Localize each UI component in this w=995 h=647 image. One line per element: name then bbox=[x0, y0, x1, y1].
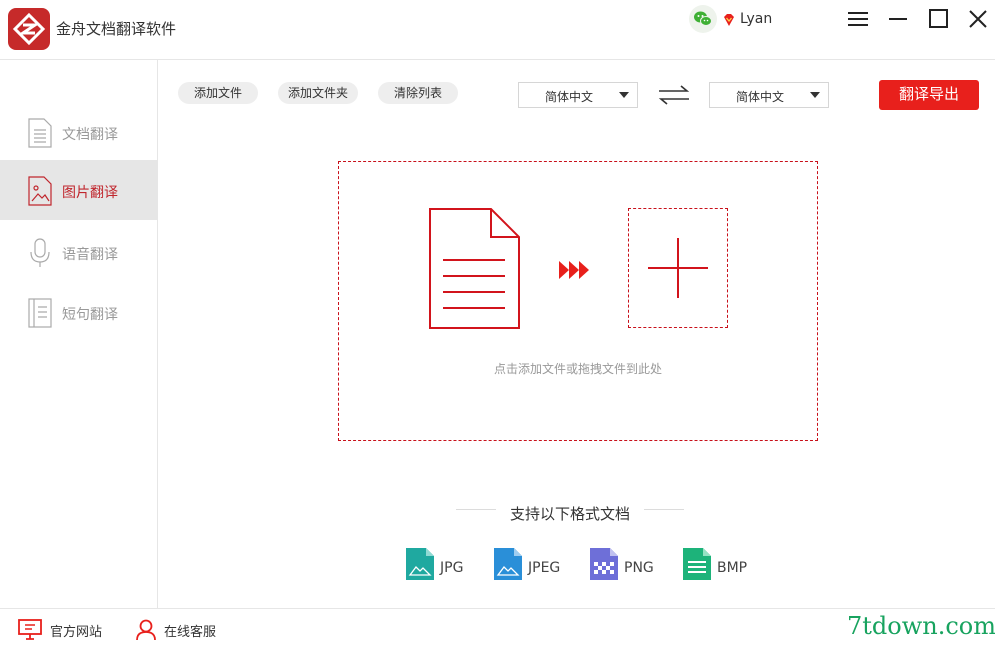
sidebar-item-label: 短句翻译 bbox=[62, 307, 118, 323]
chevron-down-icon bbox=[810, 92, 820, 98]
format-bmp: BMP bbox=[683, 548, 747, 580]
monitor-icon bbox=[18, 619, 42, 640]
sidebar-item-voice-translate[interactable]: 语音翻译 bbox=[0, 222, 157, 282]
format-label: BMP bbox=[717, 560, 748, 576]
minimize-icon[interactable] bbox=[886, 7, 910, 31]
online-service-label: 在线客服 bbox=[164, 624, 217, 640]
note-icon bbox=[26, 298, 54, 328]
sidebar-item-label: 图片翻译 bbox=[62, 185, 118, 201]
format-label: JPEG bbox=[528, 560, 561, 576]
document-icon bbox=[26, 118, 54, 148]
bmp-file-icon bbox=[683, 548, 711, 580]
format-jpeg: JPEG bbox=[494, 548, 560, 580]
format-label: JPG bbox=[440, 560, 464, 576]
png-file-icon bbox=[590, 548, 618, 580]
source-language-select[interactable]: 简体中文 bbox=[518, 82, 638, 108]
sidebar: 文档翻译 图片翻译 语音翻译 短句翻译 bbox=[0, 60, 158, 608]
chevron-down-icon bbox=[619, 92, 629, 98]
app-logo-icon bbox=[8, 8, 50, 50]
target-language-value: 简体中文 bbox=[735, 90, 784, 104]
sidebar-item-sentence-translate[interactable]: 短句翻译 bbox=[0, 282, 157, 342]
menu-icon[interactable] bbox=[846, 7, 870, 31]
sidebar-item-label: 文档翻译 bbox=[62, 127, 118, 143]
official-site-link[interactable]: 官方网站 bbox=[18, 619, 102, 641]
file-drop-zone[interactable]: 点击添加文件或拖拽文件到此处 bbox=[338, 161, 818, 441]
username-label[interactable]: Lyan bbox=[740, 11, 772, 27]
wechat-icon[interactable] bbox=[689, 5, 717, 33]
add-file-icon[interactable] bbox=[628, 208, 728, 328]
sidebar-item-image-translate[interactable]: 图片翻译 bbox=[0, 160, 157, 220]
document-icon bbox=[429, 208, 521, 330]
maximize-icon[interactable] bbox=[926, 7, 950, 31]
add-file-button[interactable]: 添加文件 bbox=[178, 82, 258, 104]
format-png: PNG bbox=[590, 548, 654, 580]
close-icon[interactable] bbox=[966, 7, 990, 31]
target-language-select[interactable]: 简体中文 bbox=[709, 82, 829, 108]
sidebar-item-document-translate[interactable]: 文档翻译 bbox=[0, 102, 157, 162]
translate-export-button[interactable]: 翻译导出 bbox=[879, 80, 979, 110]
official-site-label: 官方网站 bbox=[50, 624, 103, 640]
format-jpg: JPG bbox=[406, 548, 463, 580]
microphone-icon bbox=[26, 238, 54, 268]
jpg-file-icon bbox=[406, 548, 434, 580]
source-language-value: 简体中文 bbox=[544, 90, 593, 104]
arrows-right-icon bbox=[558, 260, 592, 280]
swap-languages-icon[interactable] bbox=[657, 84, 691, 106]
watermark-text: 7tdown.com bbox=[847, 612, 995, 640]
format-label: PNG bbox=[624, 560, 654, 576]
jpeg-file-icon bbox=[494, 548, 522, 580]
clear-list-button[interactable]: 清除列表 bbox=[378, 82, 458, 104]
add-folder-button[interactable]: 添加文件夹 bbox=[278, 82, 358, 104]
title-bar: 金舟文档翻译软件 Lyan bbox=[0, 0, 995, 60]
divider bbox=[644, 509, 684, 510]
supported-formats-title: 支持以下格式文档 bbox=[509, 505, 630, 523]
app-title: 金舟文档翻译软件 bbox=[56, 20, 177, 38]
drop-hint-text: 点击添加文件或拖拽文件到此处 bbox=[493, 362, 662, 376]
sidebar-item-label: 语音翻译 bbox=[62, 247, 118, 263]
vip-diamond-icon bbox=[722, 12, 736, 26]
footer: 官方网站 在线客服 7tdown.com bbox=[0, 608, 995, 647]
image-icon bbox=[26, 176, 54, 206]
user-service-icon bbox=[136, 619, 156, 641]
online-service-link[interactable]: 在线客服 bbox=[136, 619, 216, 641]
supported-formats-header: 支持以下格式文档 bbox=[456, 503, 684, 523]
